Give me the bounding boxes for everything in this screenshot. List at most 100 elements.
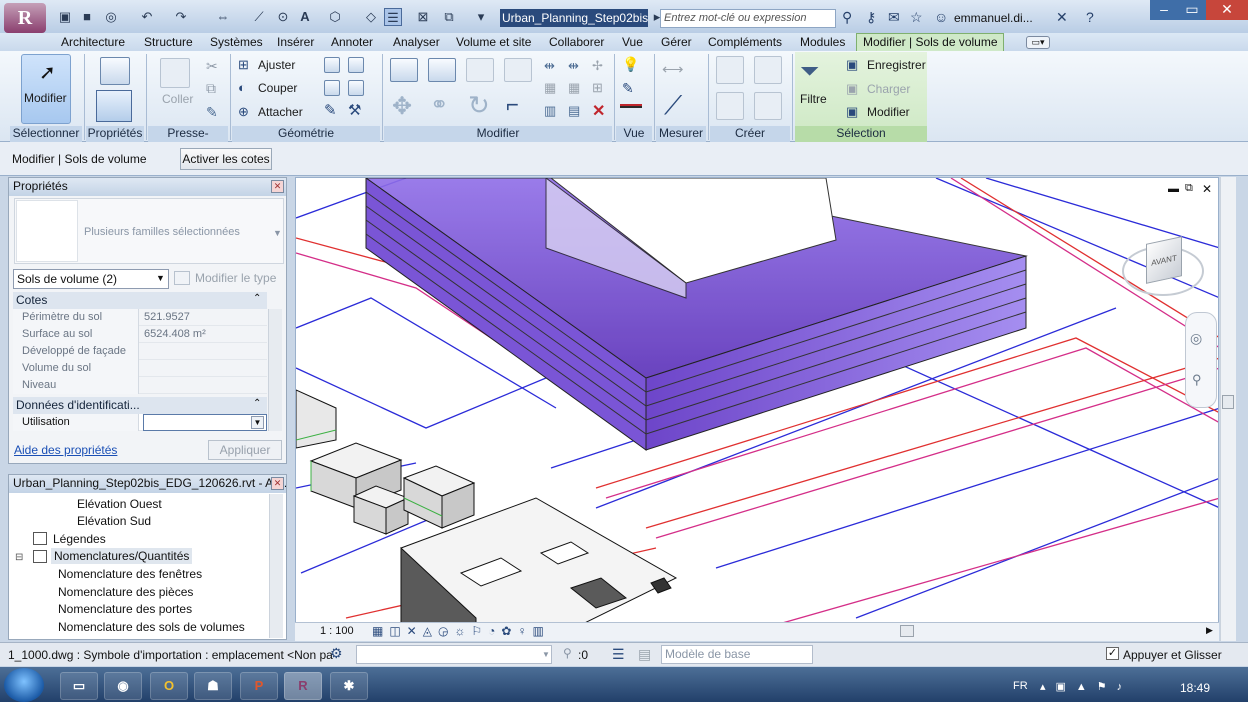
delete-icon[interactable]: ✕ <box>592 101 605 121</box>
thin-lines-icon[interactable]: ☰ <box>384 8 402 26</box>
tab-systems[interactable]: Systèmes <box>210 35 263 49</box>
browser-item-schedules[interactable]: Nomenclatures/Quantités <box>51 548 193 564</box>
tab-massing-site[interactable]: Volume et site <box>456 35 531 49</box>
panel-label-clipboard[interactable]: Presse-papiers <box>148 126 228 155</box>
app-taskbar-icon[interactable]: ✱ <box>330 672 368 700</box>
vertical-scroll-thumb[interactable] <box>1222 395 1234 409</box>
language-indicator[interactable]: FR <box>1013 680 1028 692</box>
minimize-icon[interactable]: – <box>1150 0 1178 20</box>
tab-modify-mass-floors[interactable]: Modifier | Sols de volume <box>856 33 1004 51</box>
horizontal-scroll-thumb[interactable] <box>900 625 914 637</box>
revit-taskbar-icon[interactable]: R <box>284 672 322 700</box>
panel-label-modify[interactable]: Modifier <box>384 126 612 142</box>
view-restore-icon[interactable]: ⧉ <box>1185 182 1193 195</box>
browser-item-legends[interactable]: Légendes <box>53 532 106 546</box>
save-selection-icon[interactable]: ▣ <box>846 57 858 73</box>
create-parts-icon[interactable] <box>754 56 782 84</box>
properties-help-link[interactable]: Aide des propriétés <box>14 443 117 457</box>
clock[interactable]: 18:49 <box>1180 681 1210 695</box>
help-icon[interactable]: ? <box>1086 9 1094 25</box>
tab-structure[interactable]: Structure <box>144 35 193 49</box>
view-minimize-icon[interactable]: ▬ <box>1168 183 1179 195</box>
tab-analyze[interactable]: Analyser <box>393 35 440 49</box>
copy-icon[interactable]: ⧉ <box>206 80 216 97</box>
unpin-icon[interactable]: ✢ <box>592 58 603 74</box>
subscription-icon[interactable]: ⚷ <box>866 9 876 26</box>
text-icon[interactable]: A <box>296 8 314 26</box>
system-tray-icons[interactable]: ▴▣▲⚑♪ <box>1040 680 1132 693</box>
chrome-taskbar-icon[interactable]: ◉ <box>104 672 142 700</box>
type-properties-icon[interactable] <box>100 57 130 85</box>
match-properties-icon[interactable]: ✎ <box>206 104 218 121</box>
array-icon[interactable]: ▦ <box>544 80 556 96</box>
favorites-icon[interactable]: ☆ <box>910 9 923 26</box>
user-icon[interactable]: ☺ <box>934 9 948 25</box>
aligned-dimension-icon[interactable]: ⟋ <box>664 90 682 122</box>
close-icon[interactable]: ✕ <box>1206 0 1248 20</box>
rotate-icon[interactable]: ↻ <box>468 90 490 121</box>
tab-manage[interactable]: Gérer <box>661 35 692 49</box>
design-options-icon[interactable]: ☰ <box>612 646 625 663</box>
panel-label-view[interactable]: Vue <box>616 126 652 142</box>
steering-wheel-icon[interactable]: ◎ <box>1190 330 1202 347</box>
panel-label-selection[interactable]: Sélection <box>795 126 927 142</box>
explorer-taskbar-icon[interactable]: ▭ <box>60 672 98 700</box>
tab-annotate[interactable]: Annoter <box>331 35 373 49</box>
close-hidden-icon[interactable]: ⊠ <box>414 8 432 26</box>
browser-item-elevation-south[interactable]: Elévation Sud <box>77 514 151 528</box>
measure-between-icon[interactable]: ⟷ <box>662 60 684 78</box>
exchange-icon[interactable]: ✕ <box>1056 9 1068 26</box>
worksets-icon[interactable]: ⚙ <box>330 645 343 662</box>
network-taskbar-icon[interactable]: ☗ <box>194 672 232 700</box>
panel-label-create[interactable]: Créer <box>710 126 790 142</box>
properties-icon[interactable] <box>96 90 132 122</box>
redo-icon[interactable]: ↷ <box>172 8 190 26</box>
wall-joins-icon[interactable] <box>324 57 340 73</box>
properties-close-icon[interactable]: ✕ <box>271 180 284 193</box>
override-graphics-icon[interactable]: ✎ <box>622 80 634 97</box>
group-identity-data[interactable]: Données d'identificati... <box>13 397 267 414</box>
panel-label-select[interactable]: Sélectionner <box>10 126 82 142</box>
browser-item-mass-floor-schedule[interactable]: Nomenclature des sols de volumes <box>58 620 245 634</box>
offset-icon[interactable] <box>428 58 456 82</box>
trim-icon[interactable]: ⌐ <box>506 92 519 118</box>
model-drawing[interactable] <box>296 178 1219 641</box>
edit-type-icon[interactable] <box>174 271 190 285</box>
create-group-icon[interactable] <box>716 92 744 120</box>
properties-scrollbar[interactable] <box>268 309 282 431</box>
tab-view[interactable]: Vue <box>622 35 643 49</box>
activate-dimensions-button[interactable]: Activer les cotes <box>180 148 272 170</box>
cope-icon[interactable]: ⊞ <box>238 57 249 73</box>
linework-icon[interactable] <box>620 104 642 108</box>
create-assembly-icon[interactable] <box>716 56 744 84</box>
browser-item-door-schedule[interactable]: Nomenclature des portes <box>58 602 192 616</box>
3d-view-icon[interactable]: ⬡ <box>326 8 344 26</box>
load-selection-icon[interactable]: ▣ <box>846 81 858 97</box>
ribbon-minimize-icon[interactable]: ▭▾ <box>1026 36 1050 49</box>
drag-checkbox[interactable]: ✓ <box>1106 647 1119 660</box>
collapse-tree-icon[interactable]: ⊟ <box>15 552 23 563</box>
split-gap-icon[interactable]: ⇹ <box>568 58 579 74</box>
split-face-icon[interactable] <box>348 57 364 73</box>
chevron-down-icon[interactable]: ▼ <box>273 228 282 238</box>
extend-icon[interactable]: ▤ <box>568 103 580 119</box>
binoculars-icon[interactable]: ⚲ <box>842 9 852 26</box>
view-close-icon[interactable]: ✕ <box>1202 182 1212 196</box>
main-model-icon[interactable]: ▤ <box>638 646 651 663</box>
scale-icon[interactable]: ▦ <box>568 80 580 96</box>
instance-filter-dropdown[interactable]: Sols de volume (2) <box>13 269 169 289</box>
browser-close-icon[interactable]: ✕ <box>271 477 284 490</box>
mirror-axis-icon[interactable] <box>466 58 494 82</box>
collapse-icon[interactable]: ⌃ <box>253 293 261 304</box>
browser-scrollbar[interactable] <box>269 494 283 638</box>
open-icon[interactable]: ▣ <box>56 8 74 26</box>
browser-item-window-schedule[interactable]: Nomenclature des fenêtres <box>58 567 202 581</box>
demolish-icon[interactable]: ✎ <box>324 101 337 119</box>
tab-architecture[interactable]: Architecture <box>61 35 125 49</box>
filter-button[interactable]: Filtre <box>800 92 827 106</box>
application-menu-button[interactable]: R <box>4 3 46 33</box>
save-icon[interactable]: ■ <box>78 8 96 26</box>
dimension-icon[interactable]: ⟋ <box>250 8 268 26</box>
paint-icon[interactable] <box>348 80 364 96</box>
load-selection-button[interactable]: Charger <box>867 82 910 96</box>
